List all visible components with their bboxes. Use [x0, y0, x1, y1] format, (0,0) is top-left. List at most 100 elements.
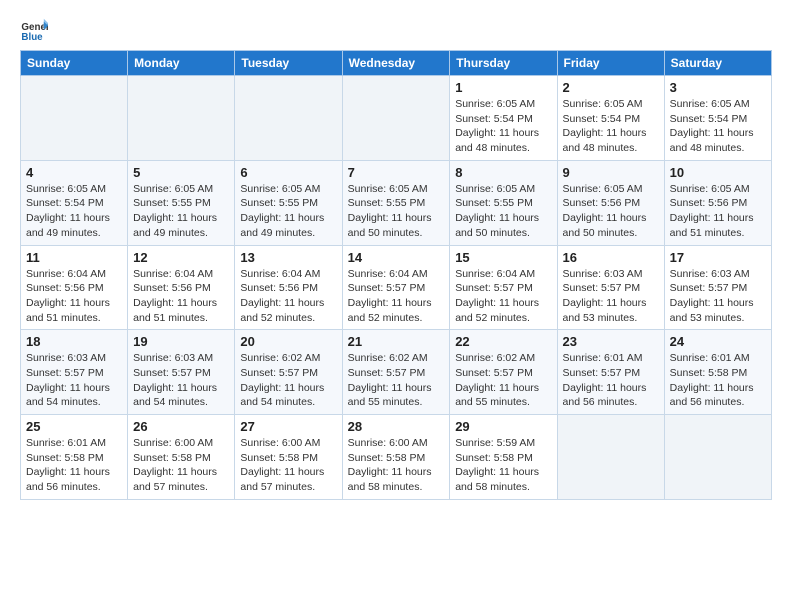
calendar-cell: 17Sunrise: 6:03 AM Sunset: 5:57 PM Dayli… [664, 245, 771, 330]
day-number: 14 [348, 250, 445, 265]
day-info: Sunrise: 6:05 AM Sunset: 5:56 PM Dayligh… [670, 182, 766, 241]
day-number: 15 [455, 250, 551, 265]
col-header-tuesday: Tuesday [235, 51, 342, 76]
calendar-row-1: 1 Sunrise: 6:05 AM Sunset: 5:54 PM Daylig… [21, 76, 772, 161]
calendar-cell: 6 Sunrise: 6:05 AM Sunset: 5:55 PM Daylig… [235, 160, 342, 245]
day-info: Sunrise: 6:00 AM Sunset: 5:58 PM Dayligh… [348, 436, 445, 495]
day-info: Sunrise: 6:02 AM Sunset: 5:57 PM Dayligh… [455, 351, 551, 410]
calendar-cell: 24 Sunrise: 6:01 AM Sunset: 5:58 PM Dayli… [664, 330, 771, 415]
calendar-cell: 29 Sunrise: 5:59 AM Sunset: 5:58 PM Dayli… [450, 415, 557, 500]
day-info: Sunrise: 6:01 AM Sunset: 5:57 PM Dayligh… [563, 351, 659, 410]
day-number: 29 [455, 419, 551, 434]
day-info: Sunrise: 6:03 AM Sunset: 5:57 PM Dayligh… [26, 351, 122, 410]
calendar-cell [235, 76, 342, 161]
calendar-cell: 2 Sunrise: 6:05 AM Sunset: 5:54 PM Daylig… [557, 76, 664, 161]
day-info: Sunrise: 6:01 AM Sunset: 5:58 PM Dayligh… [670, 351, 766, 410]
day-info: Sunrise: 6:02 AM Sunset: 5:57 PM Dayligh… [348, 351, 445, 410]
col-header-saturday: Saturday [664, 51, 771, 76]
calendar-cell: 27Sunrise: 6:00 AM Sunset: 5:58 PM Dayli… [235, 415, 342, 500]
calendar-cell [557, 415, 664, 500]
day-info: Sunrise: 5:59 AM Sunset: 5:58 PM Dayligh… [455, 436, 551, 495]
calendar-cell: 23 Sunrise: 6:01 AM Sunset: 5:57 PM Dayli… [557, 330, 664, 415]
day-info: Sunrise: 6:04 AM Sunset: 5:57 PM Dayligh… [348, 267, 445, 326]
calendar-cell: 5 Sunrise: 6:05 AM Sunset: 5:55 PM Daylig… [128, 160, 235, 245]
calendar-cell: 15 Sunrise: 6:04 AM Sunset: 5:57 PM Dayli… [450, 245, 557, 330]
day-number: 20 [240, 334, 336, 349]
calendar-cell: 12Sunrise: 6:04 AM Sunset: 5:56 PM Dayli… [128, 245, 235, 330]
calendar-cell: 19 Sunrise: 6:03 AM Sunset: 5:57 PM Dayli… [128, 330, 235, 415]
day-info: Sunrise: 6:05 AM Sunset: 5:55 PM Dayligh… [133, 182, 229, 241]
calendar-cell: 21 Sunrise: 6:02 AM Sunset: 5:57 PM Dayli… [342, 330, 450, 415]
day-number: 10 [670, 165, 766, 180]
day-info: Sunrise: 6:05 AM Sunset: 5:54 PM Dayligh… [670, 97, 766, 156]
calendar-cell: 7 Sunrise: 6:05 AM Sunset: 5:55 PM Daylig… [342, 160, 450, 245]
day-info: Sunrise: 6:05 AM Sunset: 5:56 PM Dayligh… [563, 182, 659, 241]
day-info: Sunrise: 6:05 AM Sunset: 5:54 PM Dayligh… [455, 97, 551, 156]
calendar-cell: 26Sunrise: 6:00 AM Sunset: 5:58 PM Dayli… [128, 415, 235, 500]
col-header-thursday: Thursday [450, 51, 557, 76]
calendar-cell: 25 Sunrise: 6:01 AM Sunset: 5:58 PM Dayli… [21, 415, 128, 500]
day-info: Sunrise: 6:05 AM Sunset: 5:55 PM Dayligh… [348, 182, 445, 241]
svg-text:Blue: Blue [21, 32, 43, 43]
calendar-cell: 18 Sunrise: 6:03 AM Sunset: 5:57 PM Dayli… [21, 330, 128, 415]
day-info: Sunrise: 6:03 AM Sunset: 5:57 PM Dayligh… [563, 267, 659, 326]
day-number: 22 [455, 334, 551, 349]
calendar-cell: 3 Sunrise: 6:05 AM Sunset: 5:54 PM Daylig… [664, 76, 771, 161]
day-info: Sunrise: 6:03 AM Sunset: 5:57 PM Dayligh… [133, 351, 229, 410]
day-number: 18 [26, 334, 122, 349]
day-number: 26 [133, 419, 229, 434]
day-number: 6 [240, 165, 336, 180]
day-number: 7 [348, 165, 445, 180]
day-number: 12 [133, 250, 229, 265]
calendar-cell: 28Sunrise: 6:00 AM Sunset: 5:58 PM Dayli… [342, 415, 450, 500]
day-number: 2 [563, 80, 659, 95]
calendar-cell: 11 Sunrise: 6:04 AM Sunset: 5:56 PM Dayli… [21, 245, 128, 330]
day-number: 11 [26, 250, 122, 265]
calendar-header-row: SundayMondayTuesdayWednesdayThursdayFrid… [21, 51, 772, 76]
col-header-friday: Friday [557, 51, 664, 76]
calendar-table: SundayMondayTuesdayWednesdayThursdayFrid… [20, 50, 772, 500]
calendar-row-3: 11 Sunrise: 6:04 AM Sunset: 5:56 PM Dayli… [21, 245, 772, 330]
calendar-cell [664, 415, 771, 500]
day-number: 17 [670, 250, 766, 265]
day-info: Sunrise: 6:01 AM Sunset: 5:58 PM Dayligh… [26, 436, 122, 495]
day-number: 9 [563, 165, 659, 180]
day-info: Sunrise: 6:05 AM Sunset: 5:54 PM Dayligh… [563, 97, 659, 156]
calendar-cell [21, 76, 128, 161]
calendar-cell: 13Sunrise: 6:04 AM Sunset: 5:56 PM Dayli… [235, 245, 342, 330]
calendar-row-5: 25 Sunrise: 6:01 AM Sunset: 5:58 PM Dayli… [21, 415, 772, 500]
day-number: 24 [670, 334, 766, 349]
day-number: 5 [133, 165, 229, 180]
calendar-row-4: 18 Sunrise: 6:03 AM Sunset: 5:57 PM Dayli… [21, 330, 772, 415]
col-header-wednesday: Wednesday [342, 51, 450, 76]
calendar-cell [128, 76, 235, 161]
logo-icon: General Blue [20, 16, 48, 44]
calendar-cell [342, 76, 450, 161]
day-number: 3 [670, 80, 766, 95]
calendar-row-2: 4Sunrise: 6:05 AM Sunset: 5:54 PM Daylig… [21, 160, 772, 245]
day-info: Sunrise: 6:04 AM Sunset: 5:57 PM Dayligh… [455, 267, 551, 326]
calendar-cell: 9 Sunrise: 6:05 AM Sunset: 5:56 PM Daylig… [557, 160, 664, 245]
page-header: General Blue [20, 16, 772, 44]
day-number: 4 [26, 165, 122, 180]
calendar-cell: 4Sunrise: 6:05 AM Sunset: 5:54 PM Daylig… [21, 160, 128, 245]
day-info: Sunrise: 6:05 AM Sunset: 5:55 PM Dayligh… [240, 182, 336, 241]
day-info: Sunrise: 6:00 AM Sunset: 5:58 PM Dayligh… [240, 436, 336, 495]
day-info: Sunrise: 6:02 AM Sunset: 5:57 PM Dayligh… [240, 351, 336, 410]
calendar-cell: 16 Sunrise: 6:03 AM Sunset: 5:57 PM Dayli… [557, 245, 664, 330]
col-header-monday: Monday [128, 51, 235, 76]
calendar-cell: 1 Sunrise: 6:05 AM Sunset: 5:54 PM Daylig… [450, 76, 557, 161]
day-number: 19 [133, 334, 229, 349]
day-number: 25 [26, 419, 122, 434]
calendar-cell: 20 Sunrise: 6:02 AM Sunset: 5:57 PM Dayli… [235, 330, 342, 415]
calendar-cell: 8Sunrise: 6:05 AM Sunset: 5:55 PM Daylig… [450, 160, 557, 245]
day-number: 1 [455, 80, 551, 95]
day-number: 21 [348, 334, 445, 349]
day-info: Sunrise: 6:04 AM Sunset: 5:56 PM Dayligh… [240, 267, 336, 326]
logo: General Blue [20, 16, 52, 44]
calendar-cell: 22 Sunrise: 6:02 AM Sunset: 5:57 PM Dayli… [450, 330, 557, 415]
day-info: Sunrise: 6:05 AM Sunset: 5:55 PM Dayligh… [455, 182, 551, 241]
day-number: 16 [563, 250, 659, 265]
day-info: Sunrise: 6:04 AM Sunset: 5:56 PM Dayligh… [26, 267, 122, 326]
day-number: 23 [563, 334, 659, 349]
